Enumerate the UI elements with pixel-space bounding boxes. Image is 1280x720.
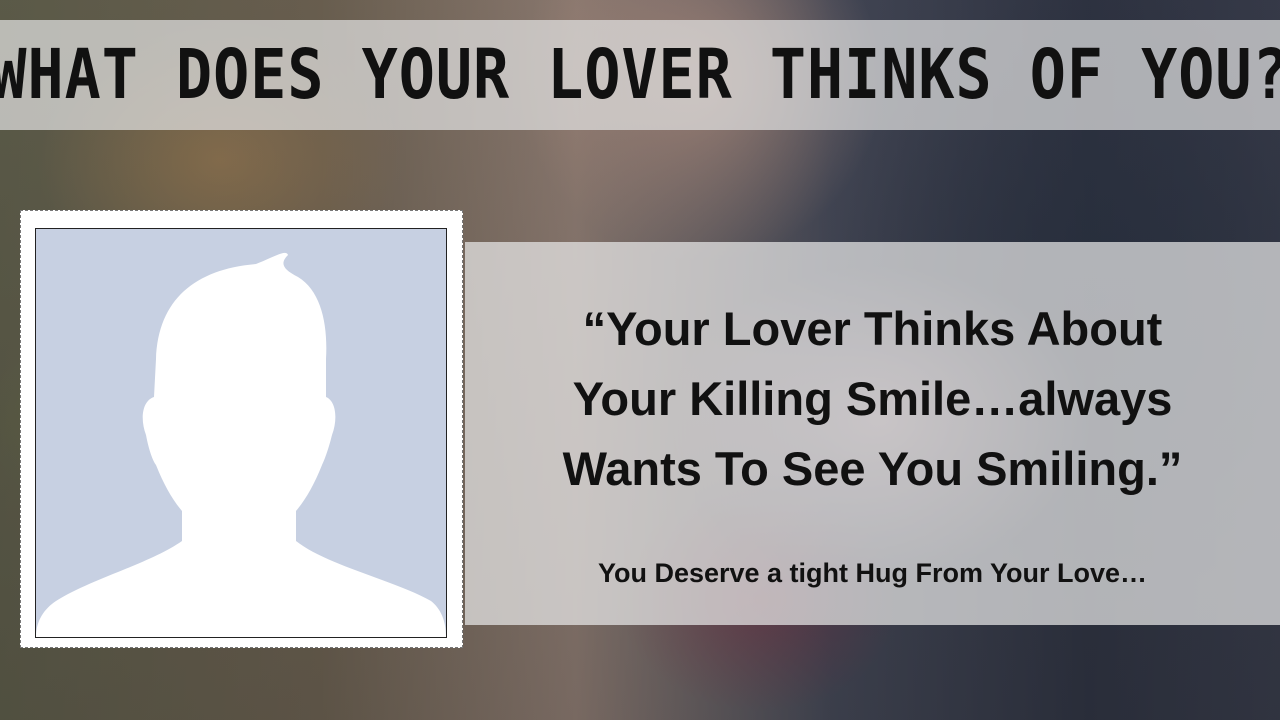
default-profile-silhouette-icon — [36, 252, 446, 637]
quote-line: “Your Lover Thinks About — [582, 302, 1163, 355]
love-quote: “Your Lover Thinks About Your Killing Sm… — [465, 294, 1280, 504]
quote-line: Your Killing Smile…always — [572, 372, 1173, 425]
title-banner: WHAT DOES YOUR LOVER THINKS OF YOU? — [0, 20, 1280, 130]
quote-subtext: You Deserve a tight Hug From Your Love… — [597, 558, 1148, 588]
page-title: WHAT DOES YOUR LOVER THINKS OF YOU? — [0, 34, 1280, 116]
profile-avatar — [35, 228, 447, 638]
quote-line: Wants To See You Smiling.” — [562, 442, 1183, 495]
profile-photo-frame — [20, 210, 463, 648]
quote-panel: “Your Lover Thinks About Your Killing Sm… — [465, 242, 1280, 625]
